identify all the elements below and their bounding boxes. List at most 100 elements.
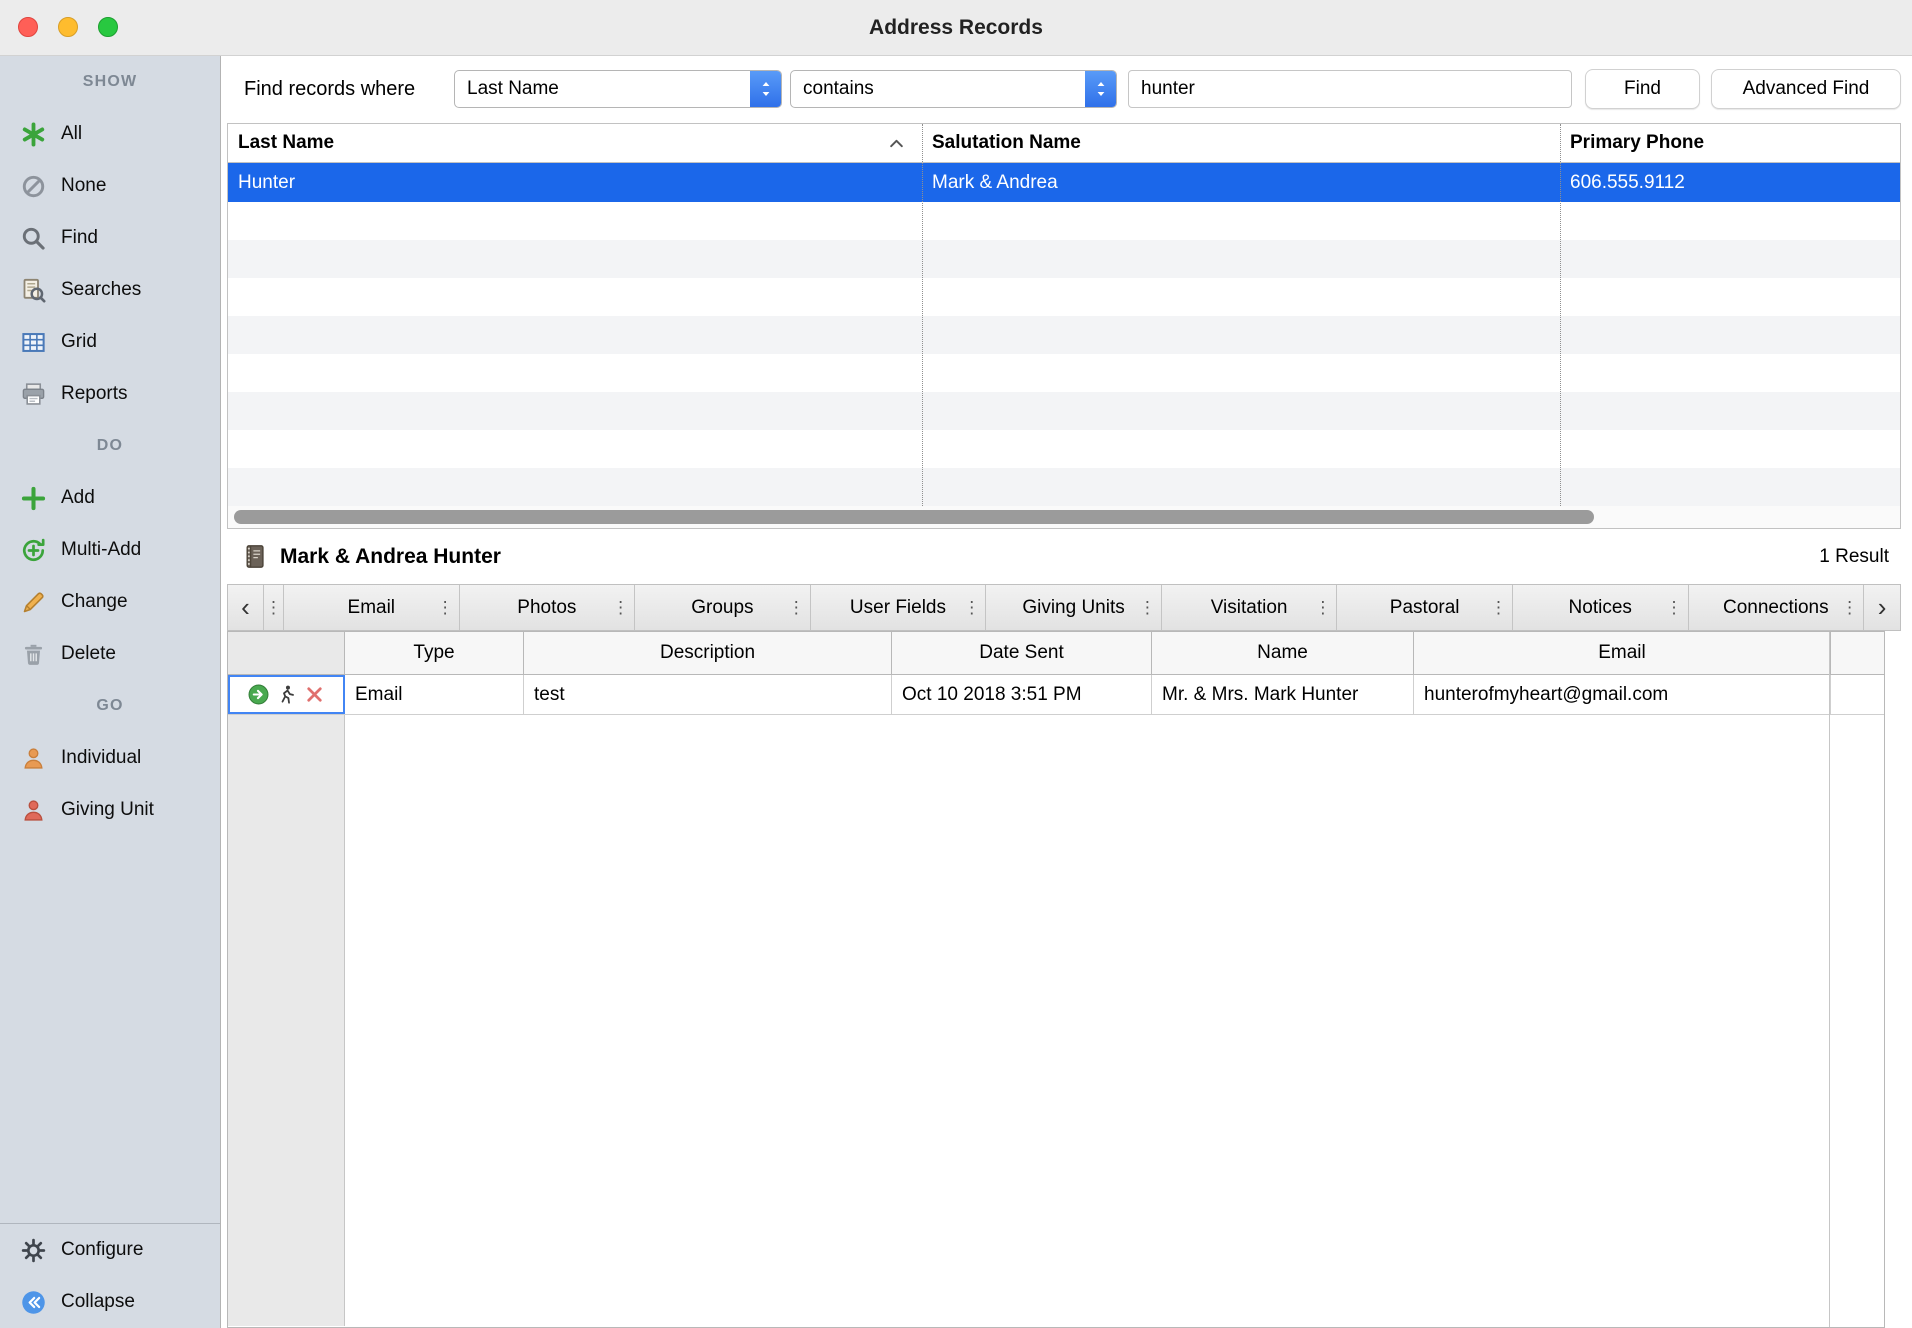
tab-label: Groups <box>691 597 753 619</box>
open-record-arrow-icon[interactable] <box>248 684 269 705</box>
gear-icon <box>20 1237 47 1264</box>
tab-label: User Fields <box>850 597 946 619</box>
sidebar-item-reports[interactable]: Reports <box>0 368 220 420</box>
column-header-last-name[interactable]: Last Name <box>228 124 922 162</box>
tab-user-fields[interactable]: User Fields ⋮ <box>811 585 987 630</box>
cell-name[interactable]: Mr. & Mrs. Mark Hunter <box>1152 675 1414 714</box>
delete-x-icon[interactable] <box>304 684 325 705</box>
tab-menu-icon[interactable]: ⋮ <box>1666 585 1683 630</box>
tab-menu-icon[interactable]: ⋮ <box>1139 585 1156 630</box>
search-input[interactable] <box>1128 70 1572 108</box>
sidebar-item-configure[interactable]: Configure <box>0 1224 220 1276</box>
tab-label: Visitation <box>1211 597 1288 619</box>
collapse-circle-icon <box>20 1289 47 1316</box>
main-content: Find records where Last Name contains Fi… <box>221 56 1912 1328</box>
cell-email[interactable]: hunterofmyheart@gmail.com <box>1414 675 1831 714</box>
sidebar-item-collapse[interactable]: Collapse <box>0 1276 220 1328</box>
sidebar-item-label: Giving Unit <box>61 799 154 821</box>
trash-icon <box>20 641 47 668</box>
column-separator <box>1829 632 1830 1327</box>
tab-menu-icon[interactable]: ⋮ <box>963 585 980 630</box>
tab-pastoral[interactable]: Pastoral ⋮ <box>1337 585 1513 630</box>
column-separator <box>922 124 923 508</box>
detail-tab-bar: ‹ ⋮ Email⋮ Photos⋮ Groups⋮ User Fields⋮ … <box>227 584 1901 631</box>
search-document-icon <box>20 277 47 304</box>
horizontal-scrollbar[interactable] <box>228 506 1900 528</box>
cell-salutation-name: Mark & Andrea <box>922 163 1560 202</box>
sidebar-item-find[interactable]: Find <box>0 212 220 264</box>
tab-overflow-dots[interactable]: ⋮ <box>264 585 284 630</box>
sidebar-item-delete[interactable]: Delete <box>0 628 220 680</box>
cell-description[interactable]: test <box>524 675 892 714</box>
result-count: 1 Result <box>1819 546 1901 568</box>
sidebar-item-label: Searches <box>61 279 141 301</box>
actions-column-background <box>228 715 345 1326</box>
cell-date-sent[interactable]: Oct 10 2018 3:51 PM <box>892 675 1152 714</box>
sidebar-item-individual[interactable]: Individual <box>0 732 220 784</box>
cell-type[interactable]: Email <box>345 675 524 714</box>
tab-scroll-left-button[interactable]: ‹ <box>228 585 264 630</box>
tab-menu-icon[interactable]: ⋮ <box>1314 585 1331 630</box>
record-header: Mark & Andrea Hunter 1 Result <box>227 529 1901 584</box>
sidebar-item-giving-unit[interactable]: Giving Unit <box>0 784 220 836</box>
tab-photos[interactable]: Photos⋮ <box>460 585 636 630</box>
column-header-blank <box>1831 632 1884 674</box>
dropdown-arrows-icon <box>1085 70 1116 108</box>
sidebar-item-label: All <box>61 123 82 145</box>
sidebar-item-add[interactable]: Add <box>0 472 220 524</box>
grid-icon <box>20 329 47 356</box>
tab-notices[interactable]: Notices⋮ <box>1513 585 1689 630</box>
sidebar: SHOW All None Find Searches Grid Reports… <box>0 56 221 1328</box>
sidebar-item-grid[interactable]: Grid <box>0 316 220 368</box>
column-header-salutation-name[interactable]: Salutation Name <box>922 124 1560 162</box>
sidebar-section-do: DO <box>0 420 220 472</box>
sidebar-section-go: GO <box>0 680 220 732</box>
field-dropdown-value: Last Name <box>455 78 750 100</box>
scrollbar-thumb[interactable] <box>234 510 1594 524</box>
tab-email[interactable]: Email⋮ <box>284 585 460 630</box>
tab-label: Connections <box>1723 597 1829 619</box>
find-records-where-label: Find records where <box>244 56 415 122</box>
sidebar-item-change[interactable]: Change <box>0 576 220 628</box>
result-row-selected[interactable]: Hunter Mark & Andrea 606.555.9112 <box>228 163 1900 202</box>
column-header-primary-phone[interactable]: Primary Phone <box>1560 124 1900 162</box>
operator-dropdown[interactable]: contains <box>790 70 1117 108</box>
column-header-description[interactable]: Description <box>524 632 892 674</box>
tab-connections[interactable]: Connections ⋮ <box>1689 585 1865 630</box>
field-dropdown[interactable]: Last Name <box>454 70 782 108</box>
column-header-type[interactable]: Type <box>345 632 524 674</box>
detail-row[interactable]: Email test Oct 10 2018 3:51 PM Mr. & Mrs… <box>228 675 1884 715</box>
detail-table: Type Description Date Sent Name Email Em… <box>227 631 1885 1328</box>
sidebar-item-label: Reports <box>61 383 128 405</box>
tab-groups[interactable]: Groups ⋮ <box>635 585 811 630</box>
sidebar-item-label: Collapse <box>61 1291 135 1313</box>
column-header-label: Primary Phone <box>1570 132 1704 154</box>
sidebar-item-all[interactable]: All <box>0 108 220 160</box>
advanced-find-button[interactable]: Advanced Find <box>1711 69 1901 109</box>
detail-row-actions-cell[interactable] <box>228 675 345 714</box>
tab-menu-icon[interactable]: ⋮ <box>612 585 629 630</box>
sidebar-item-searches[interactable]: Searches <box>0 264 220 316</box>
tab-menu-icon[interactable]: ⋮ <box>788 585 805 630</box>
column-header-email[interactable]: Email <box>1414 632 1831 674</box>
tab-visitation[interactable]: Visitation ⋮ <box>1162 585 1338 630</box>
tab-label: Giving Units <box>1022 597 1124 619</box>
tab-menu-icon[interactable]: ⋮ <box>1841 585 1858 630</box>
empty-row <box>228 354 1900 392</box>
column-header-date-sent[interactable]: Date Sent <box>892 632 1152 674</box>
pencil-icon <box>20 589 47 616</box>
sidebar-item-label: Change <box>61 591 128 613</box>
column-header-name[interactable]: Name <box>1152 632 1414 674</box>
results-table: Last Name Salutation Name Primary Phone … <box>227 123 1901 529</box>
tab-giving-units[interactable]: Giving Units ⋮ <box>986 585 1162 630</box>
tab-scroll-right-button[interactable]: › <box>1864 585 1900 630</box>
sidebar-item-none[interactable]: None <box>0 160 220 212</box>
tab-menu-icon[interactable]: ⋮ <box>437 585 454 630</box>
find-button[interactable]: Find <box>1585 69 1700 109</box>
column-separator <box>1560 124 1561 508</box>
sidebar-item-multi-add[interactable]: Multi-Add <box>0 524 220 576</box>
tab-label: Pastoral <box>1390 597 1460 619</box>
tab-menu-icon[interactable]: ⋮ <box>1490 585 1507 630</box>
detail-table-header: Type Description Date Sent Name Email <box>228 632 1884 675</box>
runner-person-icon[interactable] <box>276 684 297 705</box>
